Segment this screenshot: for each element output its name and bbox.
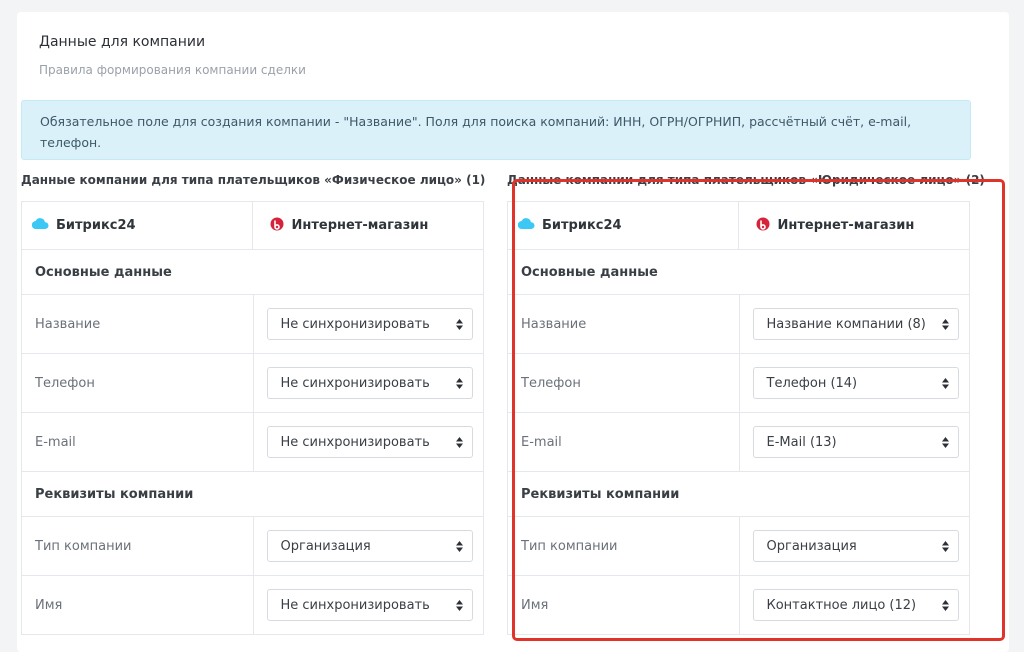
table-row: Телефон Телефон (14) xyxy=(508,354,969,413)
card-subtitle: Правила формирования компании сделки xyxy=(39,63,306,77)
select-value: Не синхронизировать xyxy=(280,597,430,613)
mapping-table: Битрикс24 Интернет-магазин Основные данн… xyxy=(507,201,970,635)
sort-arrows-icon xyxy=(941,319,949,330)
field-label-company-type: Тип компании xyxy=(521,538,618,554)
info-alert: Обязательное поле для создания компании … xyxy=(21,100,971,160)
sort-arrows-icon xyxy=(455,378,463,389)
select-value: E-Mail (13) xyxy=(766,434,837,450)
select-email[interactable]: Не синхронизировать xyxy=(266,426,473,458)
sort-arrows-icon xyxy=(455,437,463,448)
group-main: Основные данные xyxy=(22,250,483,295)
select-value: Не синхронизировать xyxy=(280,316,430,332)
select-value: Телефон (14) xyxy=(766,375,858,391)
field-label-name: Название xyxy=(521,316,587,332)
select-phone[interactable]: Телефон (14) xyxy=(752,367,959,399)
select-value: Организация xyxy=(280,538,371,554)
cloud-icon xyxy=(31,218,49,233)
select-phone[interactable]: Не синхронизировать xyxy=(266,367,473,399)
section-title: Данные компании для типа плательщиков «Ф… xyxy=(21,173,486,187)
table-row: Имя Не синхронизировать xyxy=(22,576,483,635)
header-shop: Интернет-магазин xyxy=(252,202,483,249)
select-company-type[interactable]: Организация xyxy=(752,530,959,562)
header-shop-label: Интернет-магазин xyxy=(291,218,429,233)
header-shop: Интернет-магазин xyxy=(738,202,969,249)
table-row: Тип компании Организация xyxy=(508,517,969,576)
table-header: Битрикс24 Интернет-магазин xyxy=(508,202,969,250)
table-row: E-mail E-Mail (13) xyxy=(508,413,969,472)
section-legal-entity: Данные компании для типа плательщиков «Ю… xyxy=(507,170,985,635)
select-name[interactable]: Не синхронизировать xyxy=(266,308,473,340)
sort-arrows-icon xyxy=(941,378,949,389)
sort-arrows-icon xyxy=(941,437,949,448)
section-title: Данные компании для типа плательщиков «Ю… xyxy=(507,173,985,187)
header-bitrix-label: Битрикс24 xyxy=(542,218,622,233)
sort-arrows-icon xyxy=(455,541,463,552)
header-bitrix-label: Битрикс24 xyxy=(56,218,136,233)
select-email[interactable]: E-Mail (13) xyxy=(752,426,959,458)
sort-arrows-icon xyxy=(455,319,463,330)
sort-arrows-icon xyxy=(941,600,949,611)
table-row: Тип компании Организация xyxy=(22,517,483,576)
field-label-first-name: Имя xyxy=(35,597,63,613)
group-requisites-label: Реквизиты компании xyxy=(35,486,194,502)
field-label-phone: Телефон xyxy=(521,375,581,391)
header-bitrix: Битрикс24 xyxy=(508,202,738,249)
field-label-phone: Телефон xyxy=(35,375,95,391)
table-row: Имя Контактное лицо (12) xyxy=(508,576,969,635)
field-label-name: Название xyxy=(35,316,101,332)
select-company-type[interactable]: Организация xyxy=(266,530,473,562)
shop-logo-icon xyxy=(756,217,770,235)
table-row: E-mail Не синхронизировать xyxy=(22,413,483,472)
shop-logo-icon xyxy=(270,217,284,235)
group-requisites-label: Реквизиты компании xyxy=(521,486,680,502)
cloud-icon xyxy=(517,218,535,233)
field-label-first-name: Имя xyxy=(521,597,549,613)
table-row: Телефон Не синхронизировать xyxy=(22,354,483,413)
select-value: Название компании (8) xyxy=(766,316,926,332)
header-bitrix: Битрикс24 xyxy=(22,202,252,249)
header-shop-label: Интернет-магазин xyxy=(777,218,915,233)
sort-arrows-icon xyxy=(455,600,463,611)
group-main: Основные данные xyxy=(508,250,969,295)
table-header: Битрикс24 Интернет-магазин xyxy=(22,202,483,250)
card-title: Данные для компании xyxy=(39,34,206,50)
sort-arrows-icon xyxy=(941,541,949,552)
select-value: Организация xyxy=(766,538,857,554)
field-label-email: E-mail xyxy=(35,434,76,450)
field-label-email: E-mail xyxy=(521,434,562,450)
table-row: Название Не синхронизировать xyxy=(22,295,483,354)
section-individual: Данные компании для типа плательщиков «Ф… xyxy=(21,170,486,635)
select-name[interactable]: Название компании (8) xyxy=(752,308,959,340)
group-main-label: Основные данные xyxy=(35,264,172,280)
select-value: Контактное лицо (12) xyxy=(766,597,917,613)
field-label-company-type: Тип компании xyxy=(35,538,132,554)
select-value: Не синхронизировать xyxy=(280,375,430,391)
select-value: Не синхронизировать xyxy=(280,434,430,450)
group-main-label: Основные данные xyxy=(521,264,658,280)
table-row: Название Название компании (8) xyxy=(508,295,969,354)
group-requisites: Реквизиты компании xyxy=(508,472,969,517)
select-first-name[interactable]: Контактное лицо (12) xyxy=(752,589,959,621)
select-first-name[interactable]: Не синхронизировать xyxy=(266,589,473,621)
mapping-table: Битрикс24 Интернет-магазин Основные данн… xyxy=(21,201,484,635)
group-requisites: Реквизиты компании xyxy=(22,472,483,517)
